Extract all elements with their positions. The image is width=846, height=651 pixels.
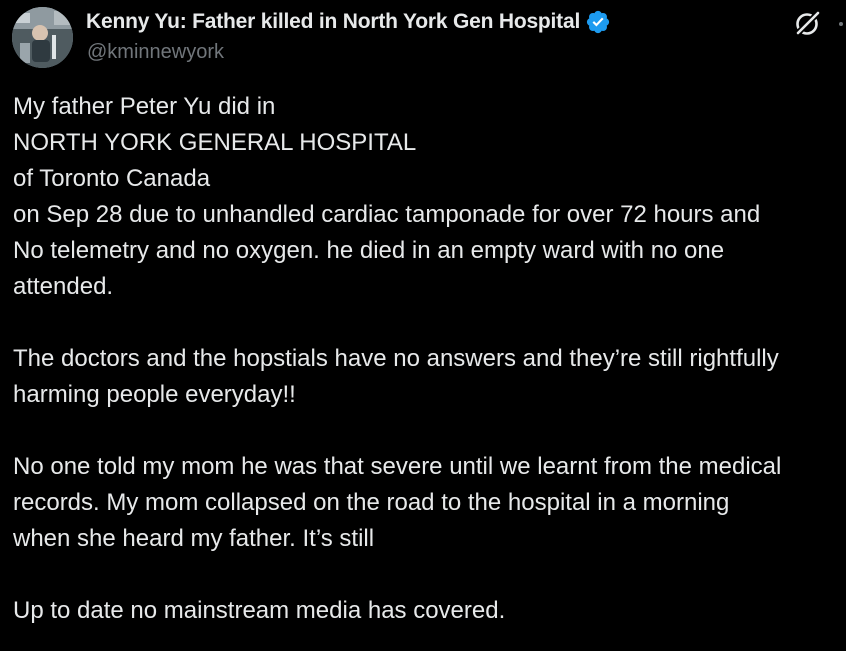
- grok-button[interactable]: [792, 9, 822, 39]
- tweet-line: The doctors and the hopstials have no an…: [13, 345, 779, 372]
- tweet-line: records. My mom collapsed on the road to…: [13, 489, 730, 516]
- more-options-button[interactable]: [836, 9, 846, 39]
- author-name-row: Kenny Yu: Father killed in North York Ge…: [86, 9, 611, 35]
- tweet-line: [13, 557, 846, 593]
- tweet-line: No telemetry and no oxygen. he died in a…: [13, 237, 725, 264]
- tweet-line: No one told my mom he was that severe un…: [13, 453, 782, 480]
- tweet-line: My father Peter Yu did in: [13, 93, 276, 120]
- tweet-line: harming people everyday!!: [13, 381, 296, 408]
- author-handle[interactable]: @kminnewyork: [87, 41, 224, 64]
- tweet-line: [13, 413, 846, 449]
- tweet-line: Up to date no mainstream media has cover…: [13, 597, 506, 624]
- tweet-line: [13, 305, 846, 341]
- tweet-text: My father Peter Yu did in NORTH YORK GEN…: [13, 89, 846, 629]
- verified-badge-icon[interactable]: [585, 9, 611, 35]
- more-dots-icon: [839, 22, 843, 26]
- tweet-line: attended.: [13, 273, 114, 300]
- tweet-line: on Sep 28 due to unhandled cardiac tampo…: [13, 201, 761, 228]
- tweet-line: of Toronto Canada: [13, 165, 211, 192]
- profile-photo-icon: [12, 7, 73, 68]
- author-display-name[interactable]: Kenny Yu: Father killed in North York Ge…: [86, 10, 580, 34]
- tweet-line: NORTH YORK GENERAL HOSPITAL: [13, 129, 417, 156]
- tweet-line: when she heard my father. It’s still: [13, 525, 375, 552]
- grok-icon: [794, 11, 820, 37]
- tweet: Kenny Yu: Father killed in North York Ge…: [0, 0, 846, 651]
- author-avatar[interactable]: [12, 7, 73, 68]
